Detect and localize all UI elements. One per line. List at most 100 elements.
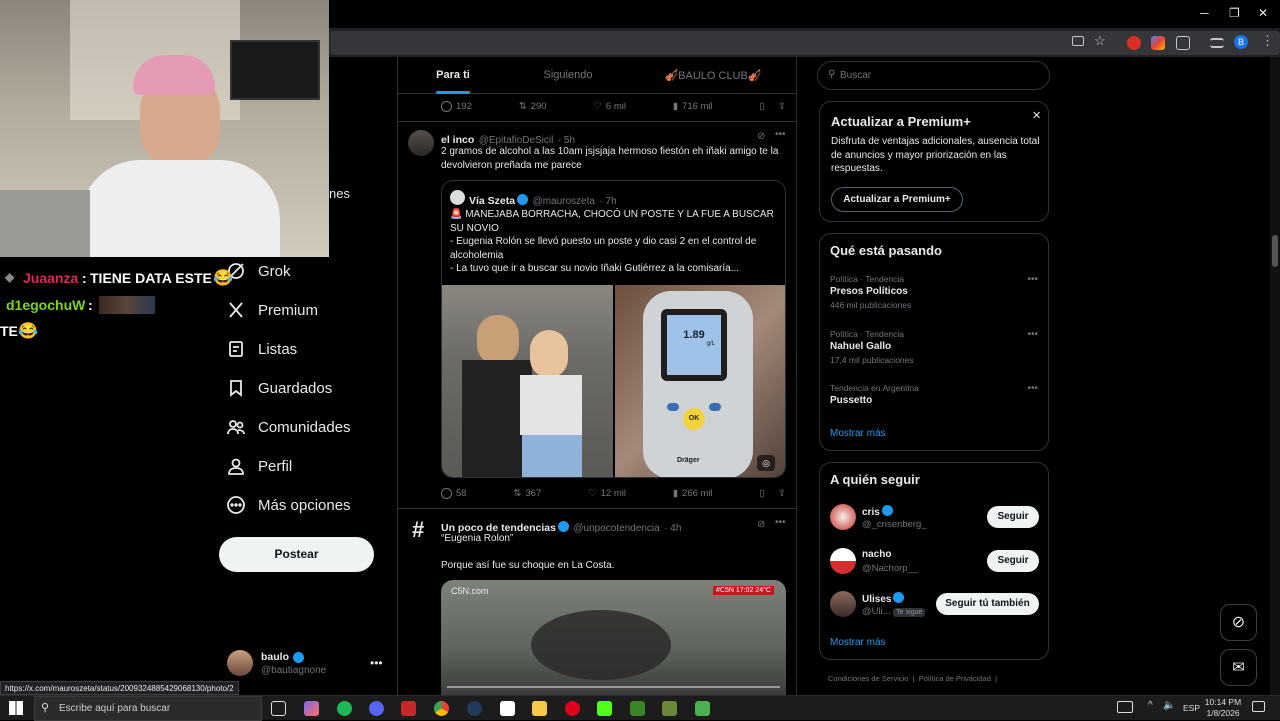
nav-more-options[interactable]: Más opciones	[226, 491, 351, 519]
nav-profile[interactable]: Perfil	[226, 452, 292, 480]
volume-icon[interactable]: 🔈	[1163, 700, 1175, 711]
minecraft-icon[interactable]	[630, 701, 645, 716]
keyboard-icon[interactable]	[1117, 701, 1133, 713]
tweet-time[interactable]: · 4h	[664, 523, 681, 534]
trend-more-icon[interactable]: •••	[1027, 274, 1038, 285]
hashtag-avatar-icon[interactable]: #	[412, 517, 424, 543]
trend-item[interactable]: Política · Tendencia Nahuel Gallo 17,4 m…	[830, 329, 1040, 365]
nav-premium[interactable]: Premium	[226, 296, 318, 324]
taskbar-search[interactable]: ⚲ Escribe aquí para buscar	[34, 696, 262, 721]
nav-grok[interactable]: Grok	[226, 257, 291, 285]
file-explorer-icon[interactable]	[532, 701, 547, 716]
photo-couple[interactable]	[442, 285, 613, 477]
trend-item[interactable]: Política · Tendencia Presos Políticos 44…	[830, 274, 1040, 310]
account-menu-icon[interactable]: •••	[370, 656, 383, 670]
opera-icon[interactable]	[565, 701, 580, 716]
trend-name: Nahuel Gallo	[830, 341, 892, 352]
spotify-icon[interactable]	[337, 701, 352, 716]
trend-more-icon[interactable]: •••	[1027, 329, 1038, 340]
bookmark-tweet-button[interactable]: ▯ ⇪	[760, 488, 786, 499]
extension-color-icon[interactable]	[1151, 36, 1165, 50]
grok-fab-icon[interactable]: ⊘	[1220, 604, 1257, 641]
notifications-icon[interactable]	[1252, 701, 1265, 712]
copilot-icon[interactable]	[304, 701, 319, 716]
chrome-icon[interactable]	[434, 701, 449, 716]
tray-chevron-icon[interactable]: ^	[1148, 700, 1153, 711]
nav-bookmarks[interactable]: Guardados	[226, 374, 332, 402]
grok-analyze-icon[interactable]: ⊘	[757, 131, 765, 142]
premium-button[interactable]: Actualizar a Premium+	[831, 187, 963, 212]
tab-baulo-club[interactable]: 🎻BAULO CLUB🎻	[628, 57, 796, 93]
trends-card: Qué está pasando Política · Tendencia Pr…	[819, 233, 1049, 451]
app-icon[interactable]	[695, 701, 710, 716]
like-button[interactable]: ♡ 12 mil	[588, 488, 626, 499]
extension-red-icon[interactable]	[1127, 36, 1141, 50]
taskbar-search-input[interactable]: Escribe aquí para buscar	[59, 703, 170, 714]
chat-badge-icon: ◆	[5, 270, 15, 284]
account-avatar[interactable]	[227, 650, 253, 676]
repost-button[interactable]: ⇅ 290	[519, 101, 547, 112]
install-app-icon[interactable]	[1072, 36, 1084, 46]
close-window-icon[interactable]: ✕	[1258, 6, 1268, 20]
nav-lists[interactable]: Listas	[226, 335, 297, 363]
language-indicator[interactable]: ESP	[1183, 703, 1200, 713]
bookmark-star-icon[interactable]: ☆	[1094, 33, 1106, 49]
scrollbar[interactable]	[1270, 57, 1280, 695]
windows-start-icon[interactable]	[9, 701, 23, 715]
task-view-icon[interactable]	[271, 701, 286, 716]
reply-button[interactable]: 192	[441, 101, 472, 112]
tab-for-you[interactable]: Para ti	[398, 57, 508, 93]
discord-icon[interactable]	[369, 701, 384, 716]
tab-search-icon[interactable]	[1210, 38, 1224, 48]
browser-menu-icon[interactable]: ⋮	[1261, 33, 1274, 49]
tweet-more-icon[interactable]: •••	[775, 129, 786, 140]
views-button[interactable]: ▮ 266 mil	[673, 488, 713, 499]
search-input[interactable]: Buscar	[840, 70, 871, 81]
timeline: Para ti Siguiendo 🎻BAULO CLUB🎻 192 ⇅ 290 …	[397, 57, 797, 695]
trends-show-more[interactable]: Mostrar más	[830, 428, 886, 439]
kick-icon[interactable]	[597, 701, 612, 716]
extensions-puzzle-icon[interactable]	[1176, 36, 1190, 50]
video-player[interactable]: C5N.com #C5N 17:02 24°C	[441, 580, 786, 695]
views-button[interactable]: ▮ 716 mil	[673, 101, 713, 112]
minimize-icon[interactable]: ─	[1200, 6, 1209, 20]
game-icon[interactable]	[662, 701, 677, 716]
reply-button[interactable]: 58	[441, 488, 467, 499]
scrollbar-thumb[interactable]	[1272, 235, 1278, 267]
quote-tweet[interactable]: Vía Szeta @mauroszeta · 7h 🚨 MANEJABA BO…	[441, 180, 786, 478]
clock[interactable]: 10:14 PM 1/8/2026	[1203, 697, 1243, 719]
follow-button[interactable]: Seguir	[987, 550, 1039, 572]
quote-author: Vía Szeta	[469, 195, 516, 207]
tab-following[interactable]: Siguiendo	[508, 57, 628, 93]
trend-more-icon[interactable]: •••	[1027, 383, 1038, 394]
tweet-handle[interactable]: @unpocotendencia	[573, 523, 659, 534]
tweet-avatar[interactable]	[408, 130, 434, 156]
tweet-more-icon[interactable]: •••	[775, 517, 786, 528]
post-button[interactable]: Postear	[219, 537, 374, 572]
voicemod-icon[interactable]	[401, 701, 416, 716]
steam-icon[interactable]	[467, 701, 482, 716]
follow-button[interactable]: Seguir	[987, 506, 1039, 528]
footer-privacy[interactable]: Política de Privacidad	[919, 674, 991, 683]
grok-analyze-icon[interactable]: ⊘	[757, 519, 765, 530]
video-progress[interactable]	[447, 686, 780, 688]
close-icon[interactable]: ✕	[1032, 109, 1041, 122]
like-button[interactable]: ♡ 6 mil	[593, 101, 626, 112]
profile-avatar[interactable]: B	[1234, 35, 1248, 49]
bookmark-tweet-button[interactable]: ▯ ⇪	[760, 101, 786, 112]
nav-communities[interactable]: Comunidades	[226, 413, 351, 441]
footer-terms[interactable]: Condiciones de Servicio	[828, 674, 908, 683]
search-box[interactable]: ⚲ Buscar	[817, 61, 1050, 90]
follow-back-button[interactable]: Seguir tú también	[936, 593, 1039, 615]
share-icon: ⇪	[778, 488, 786, 499]
messages-fab-icon[interactable]: ✉	[1220, 649, 1257, 686]
follow-show-more[interactable]: Mostrar más	[830, 637, 886, 648]
alt-image-icon[interactable]: ◎	[757, 455, 775, 471]
restore-icon[interactable]: ❐	[1229, 6, 1240, 20]
epic-icon[interactable]	[500, 701, 515, 716]
active-tab-indicator	[436, 91, 470, 94]
repost-button[interactable]: ⇅ 367	[513, 488, 541, 499]
trend-item[interactable]: Tendencia en Argentina Pussetto	[830, 383, 1040, 406]
photo-breathalyzer[interactable]: 1.89 g/L OK Dräger ◎	[615, 285, 785, 477]
photo-person-right	[530, 330, 568, 378]
